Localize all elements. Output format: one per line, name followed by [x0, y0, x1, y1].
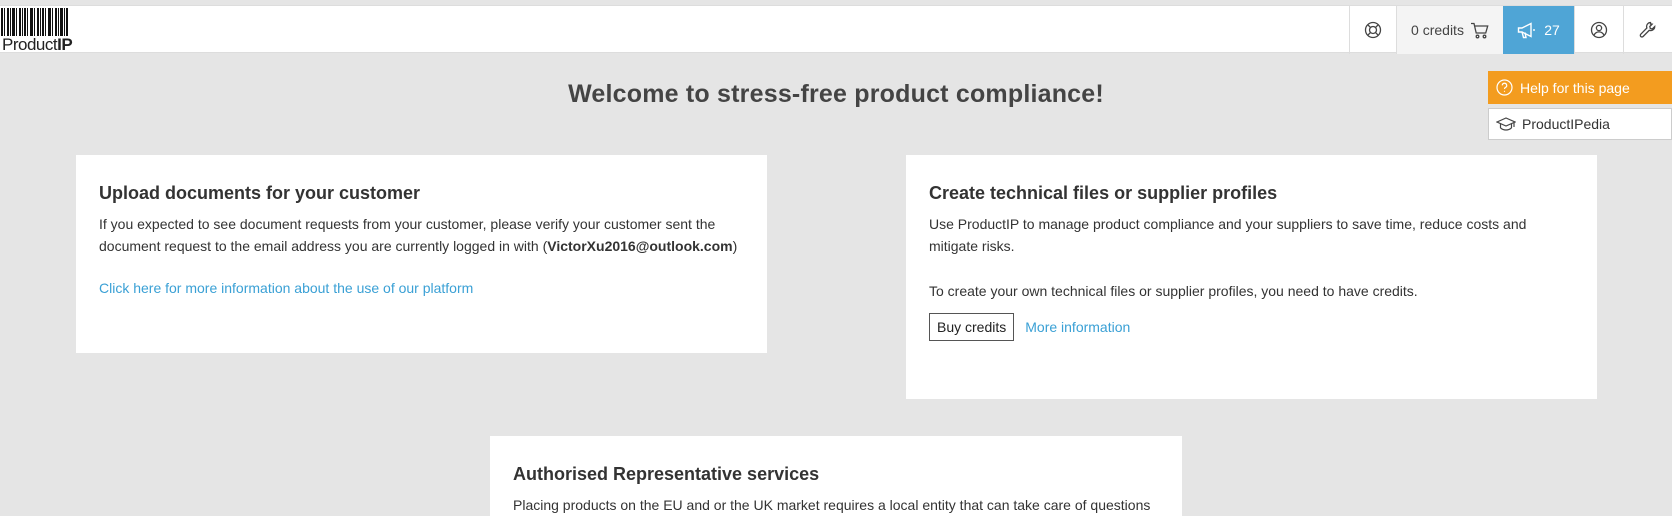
- more-information-link[interactable]: More information: [1025, 319, 1130, 335]
- account-button[interactable]: [1574, 6, 1623, 54]
- logo-text: ProductIP: [2, 35, 73, 54]
- barcode-icon: [1, 8, 68, 36]
- ar-card-text: Placing products on the EU and or the UK…: [513, 497, 1151, 513]
- announcements-count: 27: [1544, 22, 1560, 38]
- platform-info-link[interactable]: Click here for more information about th…: [99, 280, 473, 296]
- announcements-button[interactable]: 27: [1503, 6, 1574, 54]
- credits-cart-button[interactable]: 0 credits: [1396, 6, 1503, 54]
- wrench-icon: [1639, 21, 1656, 38]
- help-label: Help for this page: [1520, 79, 1630, 96]
- settings-button[interactable]: [1623, 6, 1672, 54]
- create-card-heading: Create technical files or supplier profi…: [929, 183, 1278, 203]
- buy-credits-button[interactable]: Buy credits: [929, 313, 1015, 341]
- logged-in-email: VictorXu2016@outlook.com: [547, 238, 733, 254]
- ar-card-heading: Authorised Representative services: [513, 464, 820, 484]
- top-bar: ProductIP 0 credits 27: [0, 5, 1672, 54]
- lifebuoy-icon: [1364, 21, 1382, 39]
- upload-card-heading: Upload documents for your customer: [99, 183, 421, 203]
- megaphone-icon: [1518, 21, 1536, 38]
- cart-icon: [1470, 22, 1489, 38]
- productipedia-button[interactable]: ProductIPedia: [1488, 108, 1672, 140]
- support-button[interactable]: [1349, 6, 1396, 54]
- help-for-page-button[interactable]: Help for this page: [1488, 71, 1672, 104]
- upload-card-text: If you expected to see document requests…: [99, 216, 738, 254]
- user-circle-icon: [1590, 21, 1608, 39]
- authorised-representative-card: Authorised Representative services Placi…: [490, 436, 1182, 516]
- credits-label: 0 credits: [1411, 22, 1464, 38]
- create-card-credits-text: To create your own technical files or su…: [929, 283, 1418, 299]
- graduation-cap-icon: [1496, 116, 1516, 131]
- create-card-text: Use ProductIP to manage product complian…: [929, 216, 1527, 254]
- top-nav: 0 credits 27: [1349, 6, 1672, 54]
- productipedia-label: ProductIPedia: [1522, 116, 1610, 132]
- productip-logo[interactable]: ProductIP: [1, 8, 73, 54]
- upload-documents-card: Upload documents for your customer If yo…: [76, 155, 767, 353]
- question-circle-icon: [1496, 79, 1513, 96]
- page-title: Welcome to stress-free product complianc…: [568, 80, 1104, 108]
- create-technical-files-card: Create technical files or supplier profi…: [906, 155, 1597, 399]
